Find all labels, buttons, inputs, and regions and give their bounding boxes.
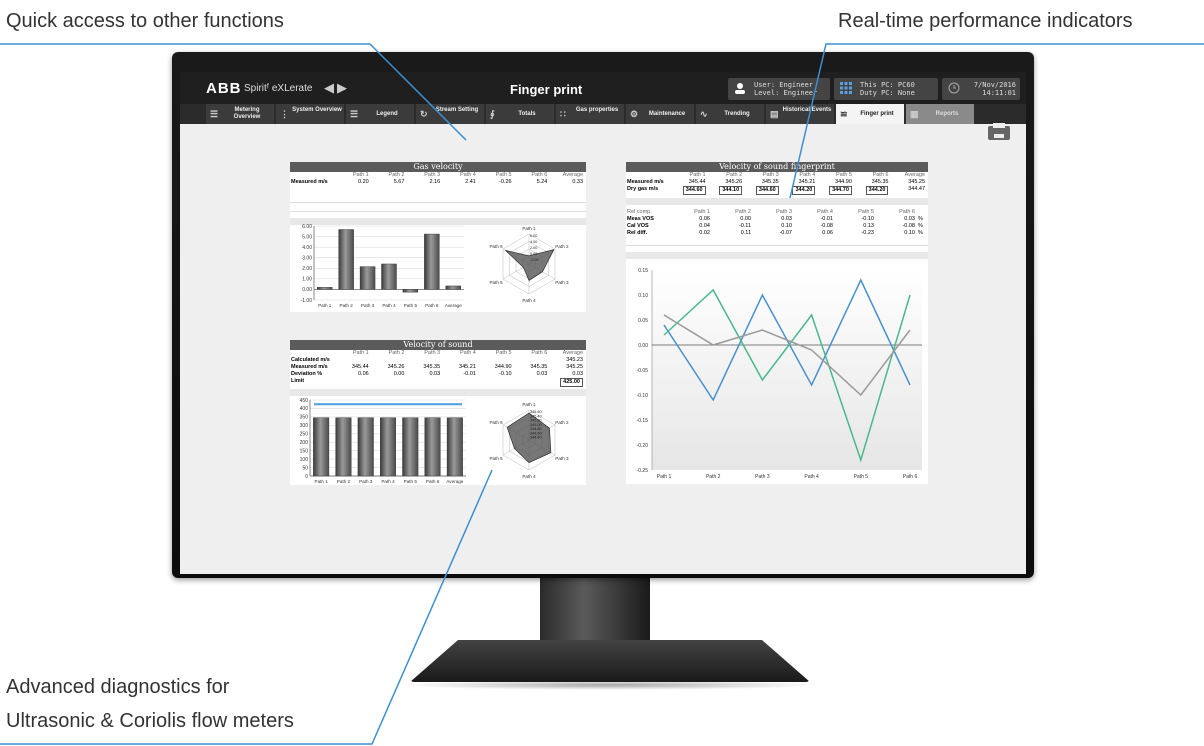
stage: Quick access to other functions Real-tim… xyxy=(0,0,1204,746)
leader-line-quick-access xyxy=(0,43,467,141)
leader-line-realtime xyxy=(789,43,1204,199)
leader-line-diagnostics xyxy=(0,469,493,745)
callout-leader-lines xyxy=(0,43,1204,745)
